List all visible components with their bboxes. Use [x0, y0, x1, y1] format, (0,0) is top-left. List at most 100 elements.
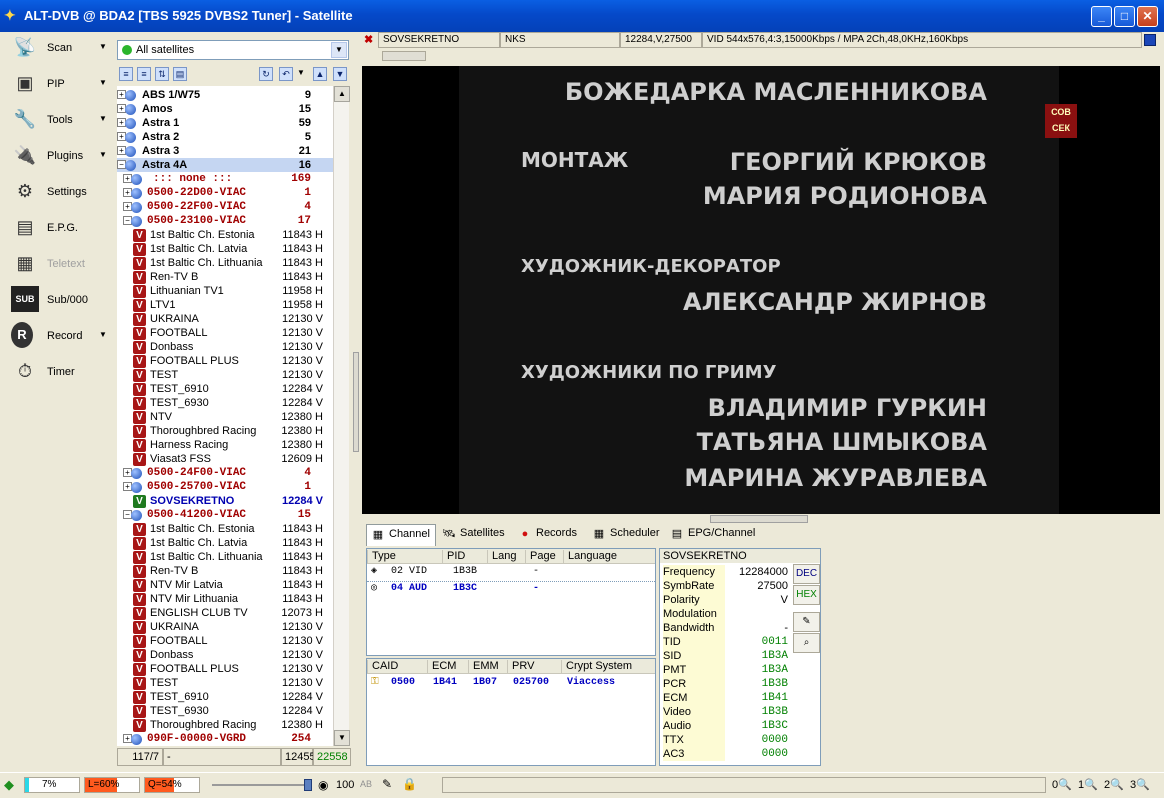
close-button[interactable]: ✕: [1137, 6, 1158, 27]
panel-splitter[interactable]: [352, 32, 360, 772]
caid-table[interactable]: CAID ECM EMM PRV Crypt System ⚿ 0500 1B41 1B07 0…: [366, 658, 656, 766]
group-item[interactable]: +::: none ::: 169: [117, 172, 333, 186]
channel-item[interactable]: V 1st Baltic Ch. Estonia 11843 H: [117, 522, 333, 536]
channel-item[interactable]: V FOOTBALL PLUS 12130 V: [117, 662, 333, 676]
channel-item[interactable]: V 1st Baltic Ch. Lithuania 11843 H: [117, 550, 333, 564]
channel-item[interactable]: V TEST 12130 V: [117, 368, 333, 382]
chevron-down-icon[interactable]: ▼: [99, 42, 107, 51]
sidebar-item-e-p-g-[interactable]: ▤ E.P.G.: [9, 212, 113, 246]
move-up-icon[interactable]: ▲: [313, 67, 327, 81]
channel-item[interactable]: V TEST_6930 12284 V: [117, 704, 333, 718]
channel-item[interactable]: V FOOTBALL 12130 V: [117, 634, 333, 648]
sidebar-item-record[interactable]: R Record ▼: [9, 320, 113, 354]
undo-icon[interactable]: ↶: [279, 67, 293, 81]
satellite-item[interactable]: − Astra 4A 16: [117, 158, 333, 172]
column-header[interactable]: Type: [367, 550, 396, 564]
sidebar-item-timer[interactable]: ⏱ Timer: [9, 356, 113, 390]
group-item[interactable]: +0500-24F00-VIAC 4: [117, 466, 333, 480]
tab-satellites[interactable]: 🛰 Satellites: [438, 524, 512, 544]
sidebar-item-tools[interactable]: 🔧 Tools ▼: [9, 104, 113, 138]
channel-item[interactable]: V Thoroughbred Racing 12380 H: [117, 718, 333, 732]
satellite-item[interactable]: + Astra 3 21: [117, 144, 333, 158]
channel-item[interactable]: V TEST_6910 12284 V: [117, 690, 333, 704]
chevron-down-icon[interactable]: ▼: [99, 330, 107, 339]
sidebar-item-plugins[interactable]: 🔌 Plugins ▼: [9, 140, 113, 174]
sort-icon[interactable]: ⇅: [155, 67, 169, 81]
channel-item[interactable]: V Lithuanian TV1 11958 H: [117, 284, 333, 298]
volume-slider[interactable]: [212, 779, 312, 791]
list-view-icon[interactable]: ▤: [173, 67, 187, 81]
chevron-down-icon[interactable]: ▼: [99, 150, 107, 159]
scroll-up-icon[interactable]: ▲: [334, 86, 350, 102]
channel-item[interactable]: V FOOTBALL 12130 V: [117, 326, 333, 340]
aspect-icon[interactable]: [1144, 34, 1156, 46]
zoom-3-button[interactable]: 3🔍: [1130, 778, 1150, 791]
channel-item[interactable]: V UKRAINA 12130 V: [117, 620, 333, 634]
channel-item[interactable]: V ENGLISH CLUB TV 12073 H: [117, 606, 333, 620]
sidebar-item-sub-000[interactable]: SUB Sub/000: [9, 284, 113, 318]
satellite-item[interactable]: + Astra 1 59: [117, 116, 333, 130]
ab-label[interactable]: AB: [360, 779, 372, 789]
edit-icon[interactable]: ✎: [793, 612, 820, 632]
channel-item[interactable]: V TEST_6930 12284 V: [117, 396, 333, 410]
column-header[interactable]: CAID: [367, 660, 398, 674]
chevron-down-icon[interactable]: ▼: [99, 78, 107, 87]
channel-item[interactable]: V NTV Mir Lithuania 11843 H: [117, 592, 333, 606]
column-header[interactable]: Lang: [487, 550, 516, 564]
channel-item[interactable]: V FOOTBALL PLUS 12130 V: [117, 354, 333, 368]
satellite-item[interactable]: + ABS 1/W75 9: [117, 88, 333, 102]
tab-records[interactable]: ● Records: [514, 524, 586, 544]
tree-scrollbar[interactable]: ▲ ▼: [333, 86, 350, 746]
channel-item[interactable]: V NTV 12380 H: [117, 410, 333, 424]
sidebar-item-settings[interactable]: ⚙ Settings: [9, 176, 113, 210]
maximize-button[interactable]: □: [1114, 6, 1135, 27]
satellite-item[interactable]: + Amos 15: [117, 102, 333, 116]
channel-item[interactable]: V Donbass 12130 V: [117, 340, 333, 354]
chevron-down-icon[interactable]: ▼: [99, 114, 107, 123]
seek-handle[interactable]: [382, 51, 426, 61]
group-item[interactable]: −0500-23100-VIAC 17: [117, 214, 333, 228]
satellite-select[interactable]: All satellites ▼: [117, 40, 349, 60]
scroll-down-icon[interactable]: ▼: [334, 730, 350, 746]
channel-item[interactable]: V NTV Mir Latvia 11843 H: [117, 578, 333, 592]
column-header[interactable]: Language: [563, 550, 617, 564]
zoom-1-button[interactable]: 1🔍: [1078, 778, 1098, 791]
magnifier-icon[interactable]: ⌕: [793, 633, 820, 653]
hex-button[interactable]: HEX: [793, 585, 820, 605]
channel-item[interactable]: V 1st Baltic Ch. Latvia 11843 H: [117, 536, 333, 550]
sidebar-item-scan[interactable]: 📡 Scan ▼: [9, 32, 113, 66]
column-header[interactable]: Crypt System: [561, 660, 632, 674]
channel-tree[interactable]: + ABS 1/W75 9 + Amos 15 + Astra 1 59 + Astra 2 5 + As…: [117, 86, 333, 746]
group-item[interactable]: +0500-22D00-VIAC 1: [117, 186, 333, 200]
column-header[interactable]: EMM: [468, 660, 499, 674]
chevron-down-icon[interactable]: ▼: [331, 42, 347, 58]
channel-item[interactable]: V Thoroughbred Racing 12380 H: [117, 424, 333, 438]
channel-item[interactable]: V LTV1 11958 H: [117, 298, 333, 312]
channel-item[interactable]: V 1st Baltic Ch. Estonia 11843 H: [117, 228, 333, 242]
sidebar-item-teletext[interactable]: ▦ Teletext: [9, 248, 113, 282]
channel-item[interactable]: V TEST 12130 V: [117, 676, 333, 690]
speaker-icon[interactable]: ◉: [318, 778, 328, 792]
group-item[interactable]: −0500-41200-VIAC 15: [117, 508, 333, 522]
channel-item[interactable]: V Donbass 12130 V: [117, 648, 333, 662]
tab-channel[interactable]: ▦ Channel: [366, 524, 436, 546]
zoom-0-button[interactable]: 0🔍: [1052, 778, 1072, 791]
move-down-icon[interactable]: ▼: [333, 67, 347, 81]
column-header[interactable]: Page: [525, 550, 556, 564]
group-item[interactable]: +0500-22F00-VIAC 4: [117, 200, 333, 214]
channel-item[interactable]: V 1st Baltic Ch. Latvia 11843 H: [117, 242, 333, 256]
tab-epg-channel[interactable]: ▤ EPG/Channel: [666, 524, 764, 544]
dec-button[interactable]: DEC: [793, 564, 820, 584]
pid-table[interactable]: Type PID Lang Page Language ◈ 02 VID 1B3B - ◎ 04 …: [366, 548, 656, 656]
zoom-2-button[interactable]: 2🔍: [1104, 778, 1124, 791]
channel-item[interactable]: V Ren-TV B 11843 H: [117, 270, 333, 284]
pid-row[interactable]: ◎ 04 AUD 1B3C -: [367, 581, 655, 595]
channel-item[interactable]: V Harness Racing 12380 H: [117, 438, 333, 452]
video-area[interactable]: СОВ СЕК БОЖЕДАРКА МАСЛЕННИКОВА МОНТАЖ ГЕОР…: [362, 66, 1160, 514]
video-splitter[interactable]: [710, 515, 808, 523]
collapse-all-icon[interactable]: ≡: [137, 67, 151, 81]
channel-item[interactable]: V Viasat3 FSS 12609 H: [117, 452, 333, 466]
minimize-button[interactable]: _: [1091, 6, 1112, 27]
sidebar-item-pip[interactable]: ▣ PIP ▼: [9, 68, 113, 102]
channel-item[interactable]: V 1st Baltic Ch. Lithuania 11843 H: [117, 256, 333, 270]
